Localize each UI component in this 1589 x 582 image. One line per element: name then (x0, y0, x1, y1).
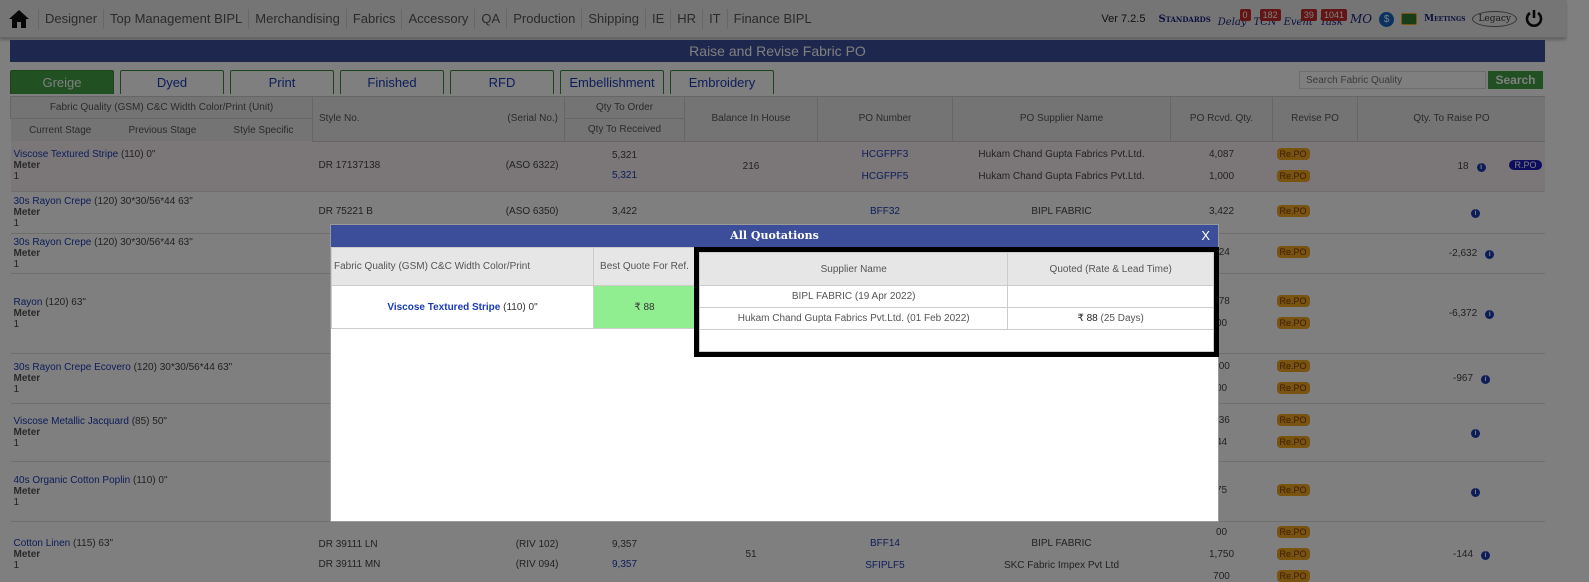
quote-rate: ₹ 88 (1077, 313, 1098, 324)
quotations-highlight-box: Supplier Name Quoted (Rate & Lead Time) … (694, 247, 1219, 357)
modal-fabric-spec: (110) 0" (503, 301, 538, 313)
quote-rows: BIPL FABRIC (19 Apr 2022) Hukam Chand Gu… (698, 285, 1214, 352)
best-quote-table: Fabric Quality (GSM) C&C Width Color/Pri… (331, 247, 696, 329)
quote-rate-lead (1007, 285, 1214, 308)
th-modal-fabric-quality: Fabric Quality (GSM) C&C Width Color/Pri… (331, 247, 594, 286)
th-quoted-rate-lead: Quoted (Rate & Lead Time) (1007, 252, 1214, 286)
best-quote-value: ₹ 88 (593, 285, 696, 329)
quote-row: Hukam Chand Gupta Fabrics Pvt.Ltd. (01 F… (698, 307, 1214, 330)
empty-cell (699, 329, 1214, 352)
supplier-quotes-table: Supplier Name Quoted (Rate & Lead Time) … (698, 252, 1214, 352)
quote-supplier: Hukam Chand Gupta Fabrics Pvt.Ltd. (01 F… (698, 307, 1009, 330)
quote-row: BIPL FABRIC (19 Apr 2022) (698, 285, 1214, 308)
modal-fabric-name[interactable]: Viscose Textured Stripe (387, 302, 500, 313)
quote-rate-lead: ₹ 88 (25 Days) (1007, 307, 1214, 330)
quote-lead-time: (25 Days) (1100, 313, 1144, 324)
all-quotations-modal: All Quotations X Fabric Quality (GSM) C&… (330, 224, 1219, 522)
th-supplier-name: Supplier Name (698, 252, 1009, 286)
close-button[interactable]: X (1201, 225, 1210, 247)
th-best-quote: Best Quote For Ref. (593, 247, 696, 286)
modal-fabric-quality-cell: Viscose Textured Stripe (110) 0" (331, 285, 594, 329)
quote-supplier: BIPL FABRIC (19 Apr 2022) (698, 285, 1009, 308)
modal-header: All Quotations X (331, 225, 1218, 247)
modal-title: All Quotations (730, 229, 819, 242)
quote-row-empty (699, 329, 1214, 352)
